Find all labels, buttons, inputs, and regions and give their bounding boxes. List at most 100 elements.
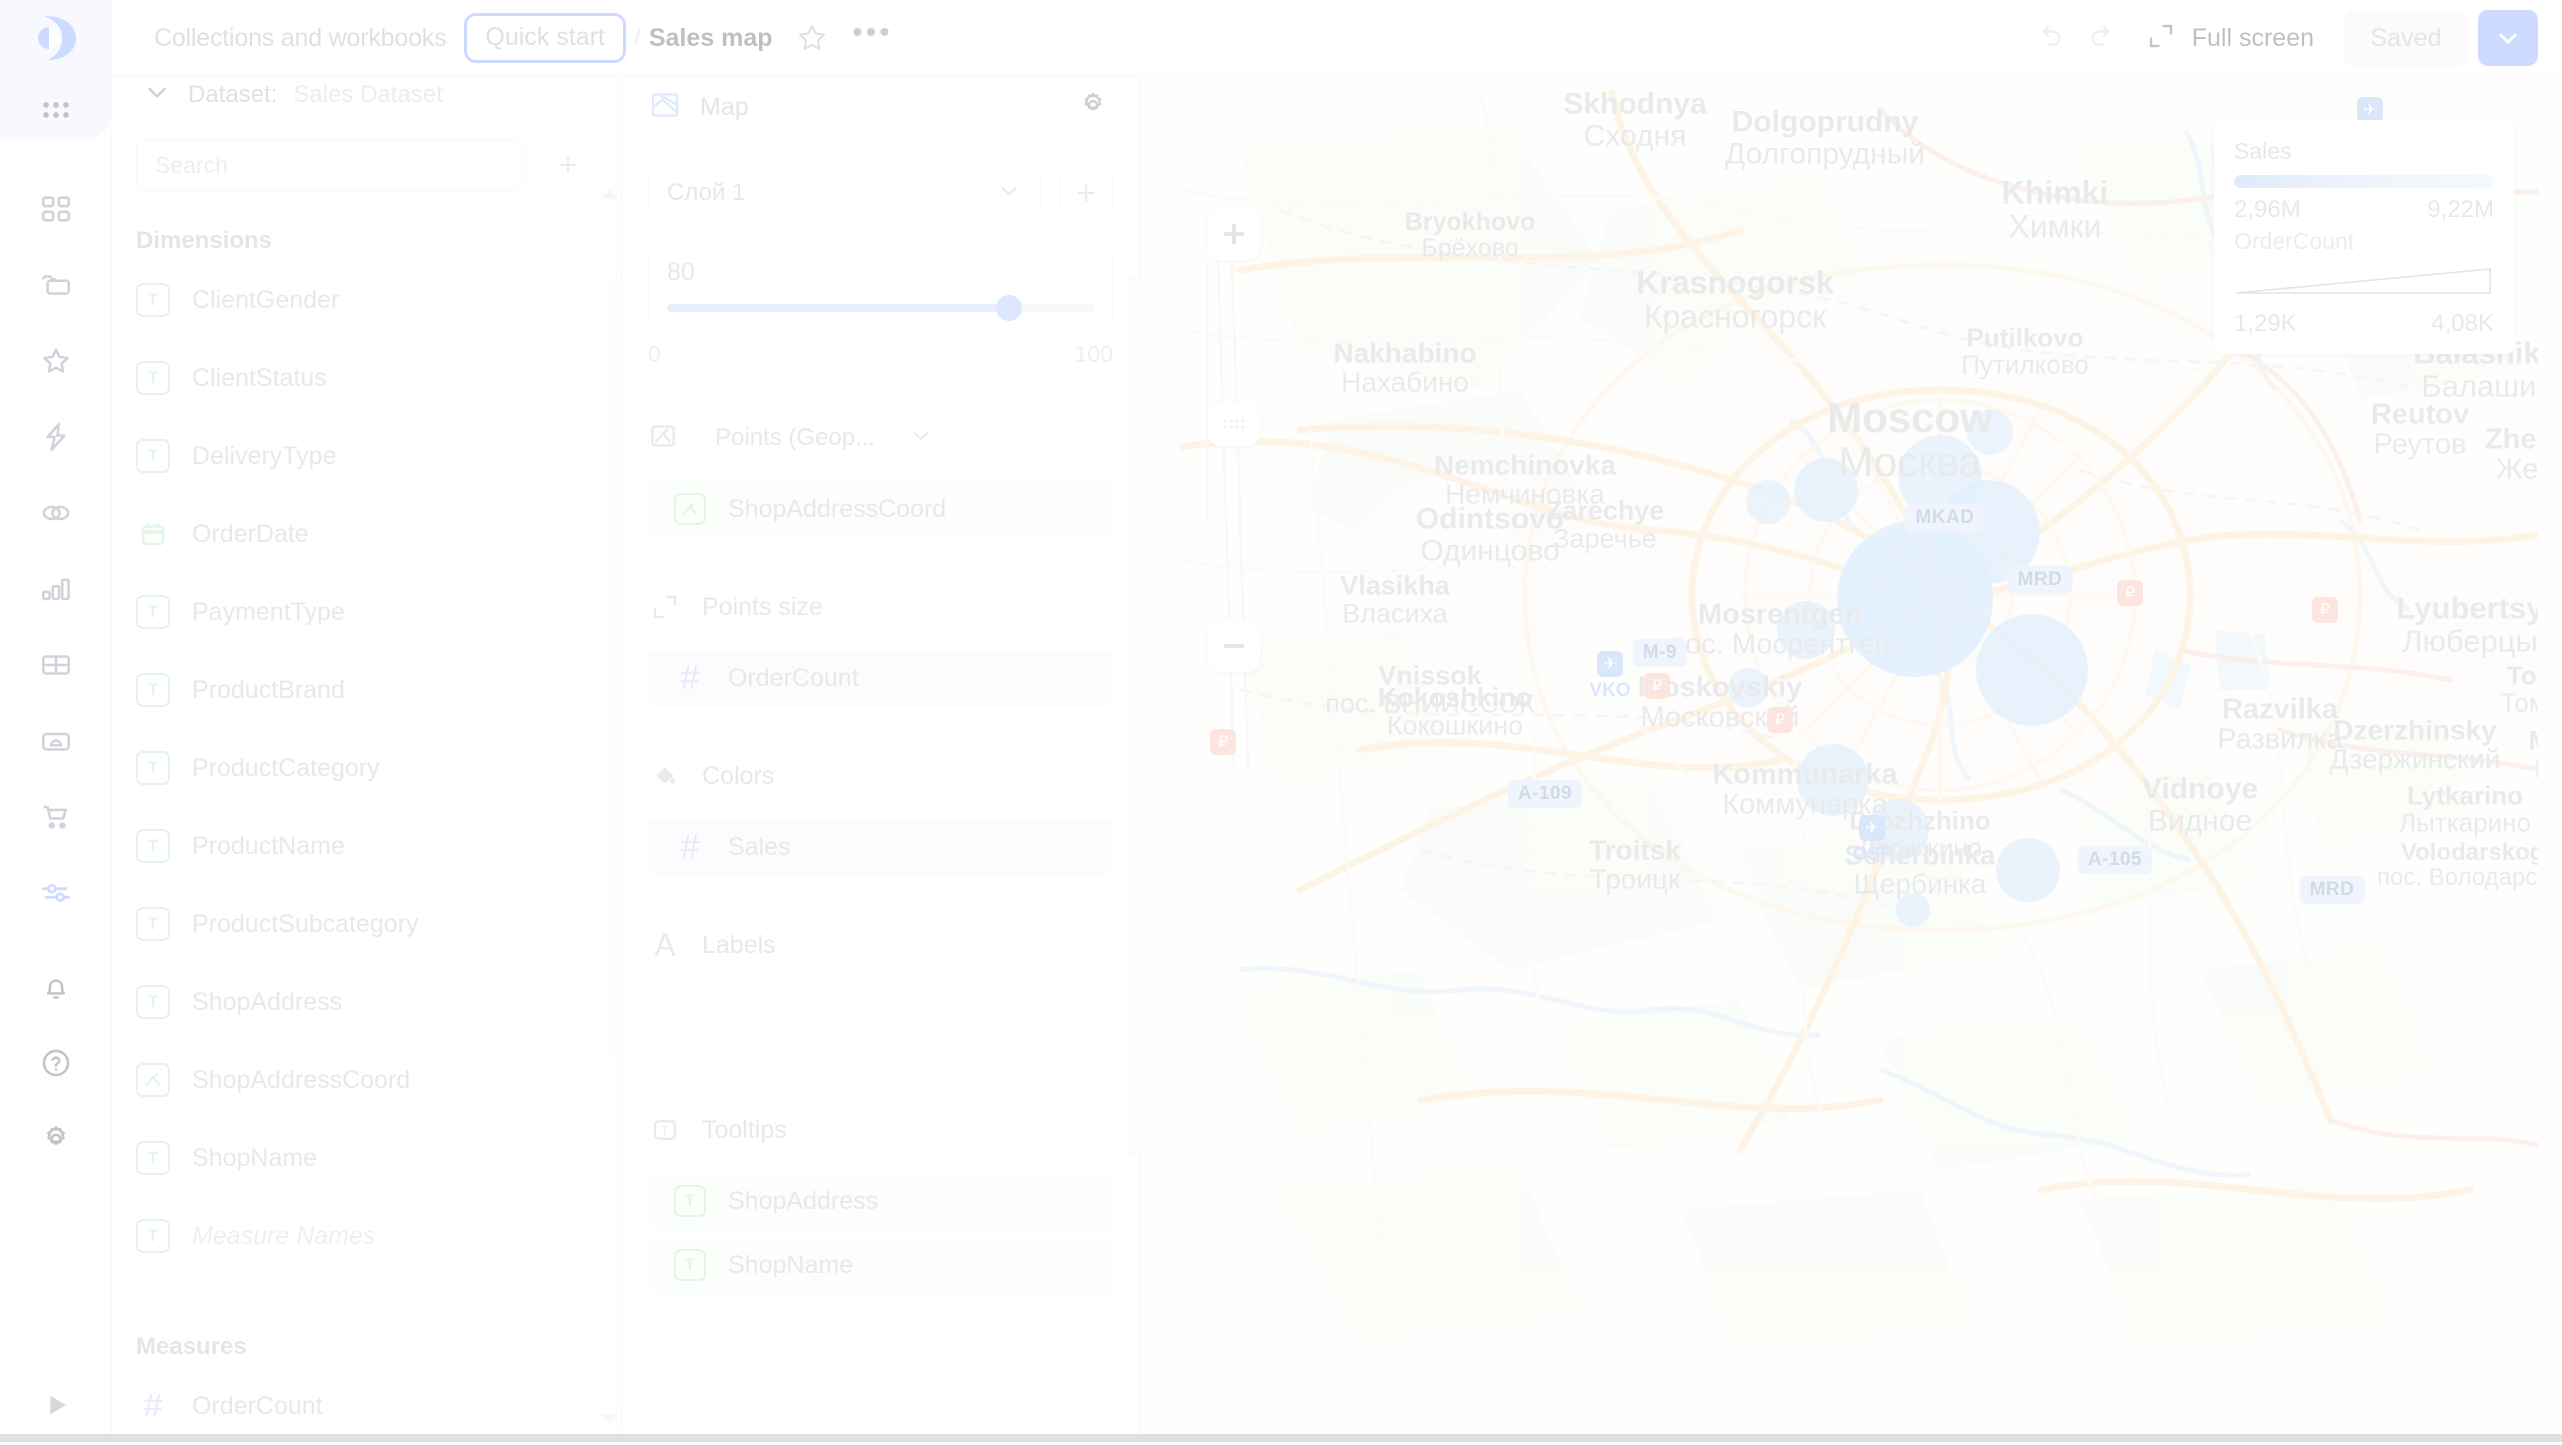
shelves-container: Points (Geop...ShopAddressCoordPoints si…: [622, 395, 1139, 1320]
ellipsis-icon[interactable]: •••: [853, 21, 893, 55]
dataset-name[interactable]: Sales Dataset: [293, 81, 442, 109]
map-canvas[interactable]: SkhodnyaСходняDolgoprudnyДолгопрудныйMyt…: [1180, 90, 2538, 1425]
shelf-tooltips: TTooltipsTShopAddressTShopName: [622, 1087, 1139, 1293]
help-question-icon[interactable]: [0, 1025, 112, 1101]
map-zoom-in-button[interactable]: [1208, 208, 1260, 260]
map-data-bubble[interactable]: [1967, 409, 2013, 455]
dimension-field-row[interactable]: TShopName: [136, 1119, 621, 1197]
minus-icon: [1208, 620, 1260, 672]
dimension-field-row[interactable]: TClientGender: [136, 261, 621, 339]
dimension-field-row[interactable]: ShopAddressCoord: [136, 1041, 621, 1119]
scroll-up-arrow[interactable]: [601, 189, 619, 199]
map-data-bubble[interactable]: [1797, 744, 1869, 816]
breadcrumb-quick-start[interactable]: Quick start: [464, 13, 625, 63]
datasets-venn-icon[interactable]: [0, 475, 112, 551]
connections-cloud-icon[interactable]: [0, 703, 112, 779]
dimension-field-row[interactable]: OrderDate: [136, 495, 621, 573]
dimension-field-row[interactable]: TMeasure Names: [136, 1197, 621, 1275]
dimension-field-row[interactable]: TProductName: [136, 807, 621, 885]
shelf-chip[interactable]: #OrderCount: [648, 650, 1113, 706]
opacity-value[interactable]: 80: [667, 258, 1094, 287]
notifications-bell-icon[interactable]: [0, 949, 112, 1025]
quick-actions-bolt-icon[interactable]: [0, 399, 112, 475]
map-data-bubble[interactable]: [1976, 614, 2088, 726]
layer-select[interactable]: Слой 1: [648, 165, 1041, 221]
breadcrumb: Collections and workbooks Quick start / …: [154, 13, 893, 63]
shelf-chip[interactable]: #Sales: [648, 819, 1113, 875]
opacity-slider[interactable]: [667, 304, 1094, 312]
viz-scrollbar[interactable]: [1127, 277, 1137, 1157]
scroll-down-arrow[interactable]: [601, 1414, 619, 1424]
map-zoom-slider-track[interactable]: [1206, 260, 1208, 520]
rail-collapse-toggle[interactable]: [0, 1366, 112, 1442]
dimension-field-row[interactable]: TProductCategory: [136, 729, 621, 807]
saved-button[interactable]: Saved: [2344, 10, 2468, 66]
chevron-down-icon[interactable]: [142, 77, 172, 112]
search-input[interactable]: Search: [136, 139, 523, 191]
map-road-badge: MRD: [2300, 876, 2365, 904]
opacity-slider-handle[interactable]: [996, 295, 1022, 321]
favorites-star-icon[interactable]: [0, 323, 112, 399]
map-data-bubble[interactable]: [1746, 480, 1790, 524]
undo-icon[interactable]: [2024, 12, 2076, 64]
fullscreen-button[interactable]: Full screen: [2146, 21, 2314, 56]
shelf-chip-label: Sales: [728, 833, 791, 862]
layer-select-value: Слой 1: [667, 179, 745, 207]
map-data-bubble[interactable]: [1896, 893, 1930, 927]
dataset-header[interactable]: Dataset: Sales Dataset: [112, 77, 621, 113]
shelf-chip[interactable]: TShopAddress: [648, 1173, 1113, 1229]
dataset-label: Dataset:: [188, 81, 277, 109]
map-road-badge: A-109: [1508, 780, 1582, 808]
map-zoom-slider-handle[interactable]: [1208, 402, 1260, 446]
bottom-scrollbar[interactable]: [0, 1434, 2562, 1442]
dimensions-scrollbar[interactable]: [609, 277, 619, 1057]
add-layer-button[interactable]: [1059, 167, 1113, 219]
gear-icon[interactable]: [1077, 89, 1109, 126]
map-data-bubble[interactable]: [1794, 458, 1858, 522]
map-data-bubble[interactable]: [1728, 668, 1768, 708]
legend-size-max: 4,08K: [2431, 310, 2494, 338]
shelf-chip[interactable]: ShopAddressCoord: [648, 481, 1113, 537]
marketplace-cart-icon[interactable]: [0, 779, 112, 855]
legend-size-min: 1,29K: [2234, 310, 2297, 338]
map-data-bubble[interactable]: [1777, 601, 1835, 659]
dimension-field-row[interactable]: TClientStatus: [136, 339, 621, 417]
airport-osf-icon: ✈: [1859, 815, 1885, 841]
dimension-field-row[interactable]: TProductSubcategory: [136, 885, 621, 963]
chart-type-label[interactable]: Map: [700, 93, 749, 122]
star-icon[interactable]: [795, 21, 829, 55]
paint-bucket-icon: [648, 759, 682, 793]
shelf-label: Colors: [702, 762, 774, 791]
layer-row: Слой 1: [622, 139, 1139, 221]
dimension-field-row[interactable]: TPaymentType: [136, 573, 621, 651]
geo-type-select[interactable]: Points (Geop...: [698, 412, 950, 464]
apps-grid-icon[interactable]: [0, 77, 112, 153]
folders-icon[interactable]: [0, 247, 112, 323]
save-menu-chevron-down-icon[interactable]: [2478, 10, 2538, 66]
redo-icon[interactable]: [2076, 12, 2128, 64]
text-type-icon: T: [674, 1249, 706, 1281]
dimension-field-row[interactable]: TProductBrand: [136, 651, 621, 729]
dimension-field-label: ShopName: [192, 1144, 317, 1173]
dimension-field-label: OrderDate: [192, 520, 309, 549]
add-field-button[interactable]: [541, 139, 595, 191]
dashboards-icon[interactable]: [0, 171, 112, 247]
rail-station-poi-icon-3: ₽: [2117, 580, 2143, 606]
drag-handle-icon: [1208, 402, 1260, 446]
map-data-bubble[interactable]: [1996, 838, 2060, 902]
map-chart-icon[interactable]: [648, 88, 682, 127]
plus-icon: [1208, 208, 1260, 260]
charts-bar-icon[interactable]: [0, 551, 112, 627]
shelf-chip[interactable]: TShopName: [648, 1237, 1113, 1293]
dimension-field-label: ShopAddressCoord: [192, 1066, 410, 1095]
chart-type-header: Map: [622, 77, 1139, 139]
gear-icon[interactable]: [0, 1101, 112, 1177]
tables-grid-icon[interactable]: [0, 627, 112, 703]
dimension-field-row[interactable]: TDeliveryType: [136, 417, 621, 495]
breadcrumb-root[interactable]: Collections and workbooks: [154, 24, 446, 53]
legend-color-range: 2,96M 9,22M: [2234, 196, 2494, 224]
app-logo[interactable]: [0, 0, 112, 77]
settings-sliders-icon[interactable]: [0, 855, 112, 931]
map-zoom-out-button[interactable]: [1208, 620, 1260, 672]
dimension-field-row[interactable]: TShopAddress: [136, 963, 621, 1041]
